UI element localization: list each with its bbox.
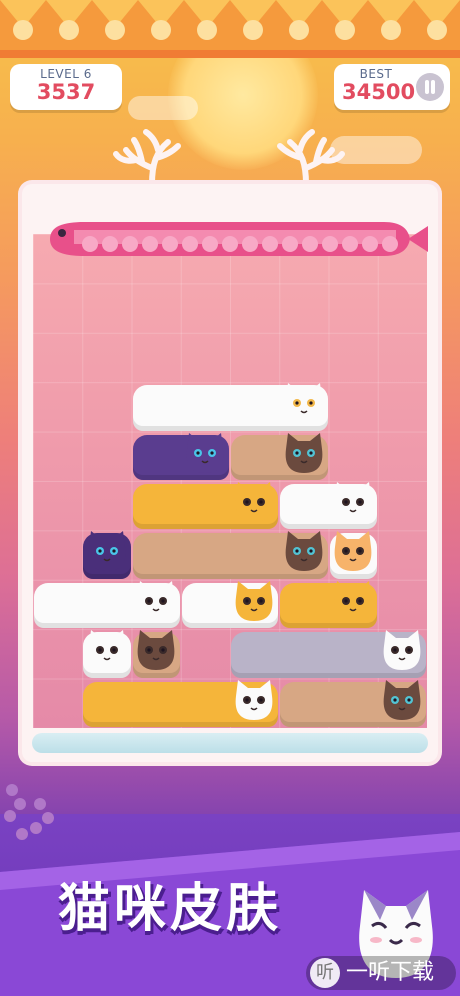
cat-face-icon — [137, 630, 175, 671]
cat-block[interactable] — [132, 432, 229, 480]
cat-face-icon — [383, 630, 421, 671]
cat-face-icon — [88, 630, 125, 671]
antler-icon — [277, 129, 345, 184]
cat-block[interactable] — [83, 679, 279, 727]
board-tray — [32, 733, 428, 753]
cat-block[interactable] — [280, 679, 426, 727]
pause-button[interactable] — [416, 73, 444, 101]
cat-face-icon — [186, 432, 224, 473]
cat-face-icon — [235, 679, 273, 720]
cat-block[interactable] — [34, 580, 180, 629]
cat-face-icon — [235, 482, 273, 522]
cat-face-icon — [285, 432, 322, 473]
cat-face-icon — [137, 580, 175, 621]
cat-block[interactable] — [132, 383, 328, 431]
cat-block[interactable] — [329, 531, 377, 579]
cat-block[interactable] — [132, 630, 180, 678]
cat-face-icon — [383, 679, 421, 720]
antler-icon — [113, 129, 181, 184]
level-score-panel: LEVEL 6 3537 — [10, 64, 122, 110]
cat-face-icon — [88, 531, 125, 572]
watermark: 听一听下载 — [306, 956, 456, 990]
cat-face-icon — [285, 383, 322, 424]
cat-block[interactable] — [231, 630, 426, 678]
cloud — [128, 96, 198, 120]
cat-block[interactable] — [181, 580, 279, 629]
cat-face-icon — [334, 482, 372, 522]
cat-block[interactable] — [280, 482, 377, 530]
cat-face-icon — [285, 531, 322, 572]
cat-block[interactable] — [83, 531, 131, 579]
level-label: LEVEL 6 — [40, 67, 92, 81]
diamond-pattern-icon — [0, 0, 460, 58]
game-grid[interactable] — [33, 234, 427, 728]
cat-face-icon — [334, 580, 372, 621]
cat-block[interactable] — [231, 432, 328, 480]
cat-block[interactable] — [132, 531, 328, 579]
decorative-top-band — [0, 0, 460, 58]
watermark-icon: 听 — [310, 958, 340, 988]
game-screen: LEVEL 6 3537 BEST 34500 猫咪皮肤 听 一听下载 — [0, 0, 460, 996]
cat-face-icon — [334, 531, 372, 572]
fish-progress-icon — [50, 222, 428, 256]
cat-block[interactable] — [132, 482, 279, 530]
cat-block[interactable] — [83, 630, 131, 678]
watermark-text: 一听下载 — [346, 960, 435, 985]
cat-face-icon — [235, 580, 273, 621]
banner-title: 猫咪皮肤 — [58, 879, 283, 939]
cat-block[interactable] — [280, 580, 377, 629]
current-score: 3537 — [36, 80, 96, 104]
